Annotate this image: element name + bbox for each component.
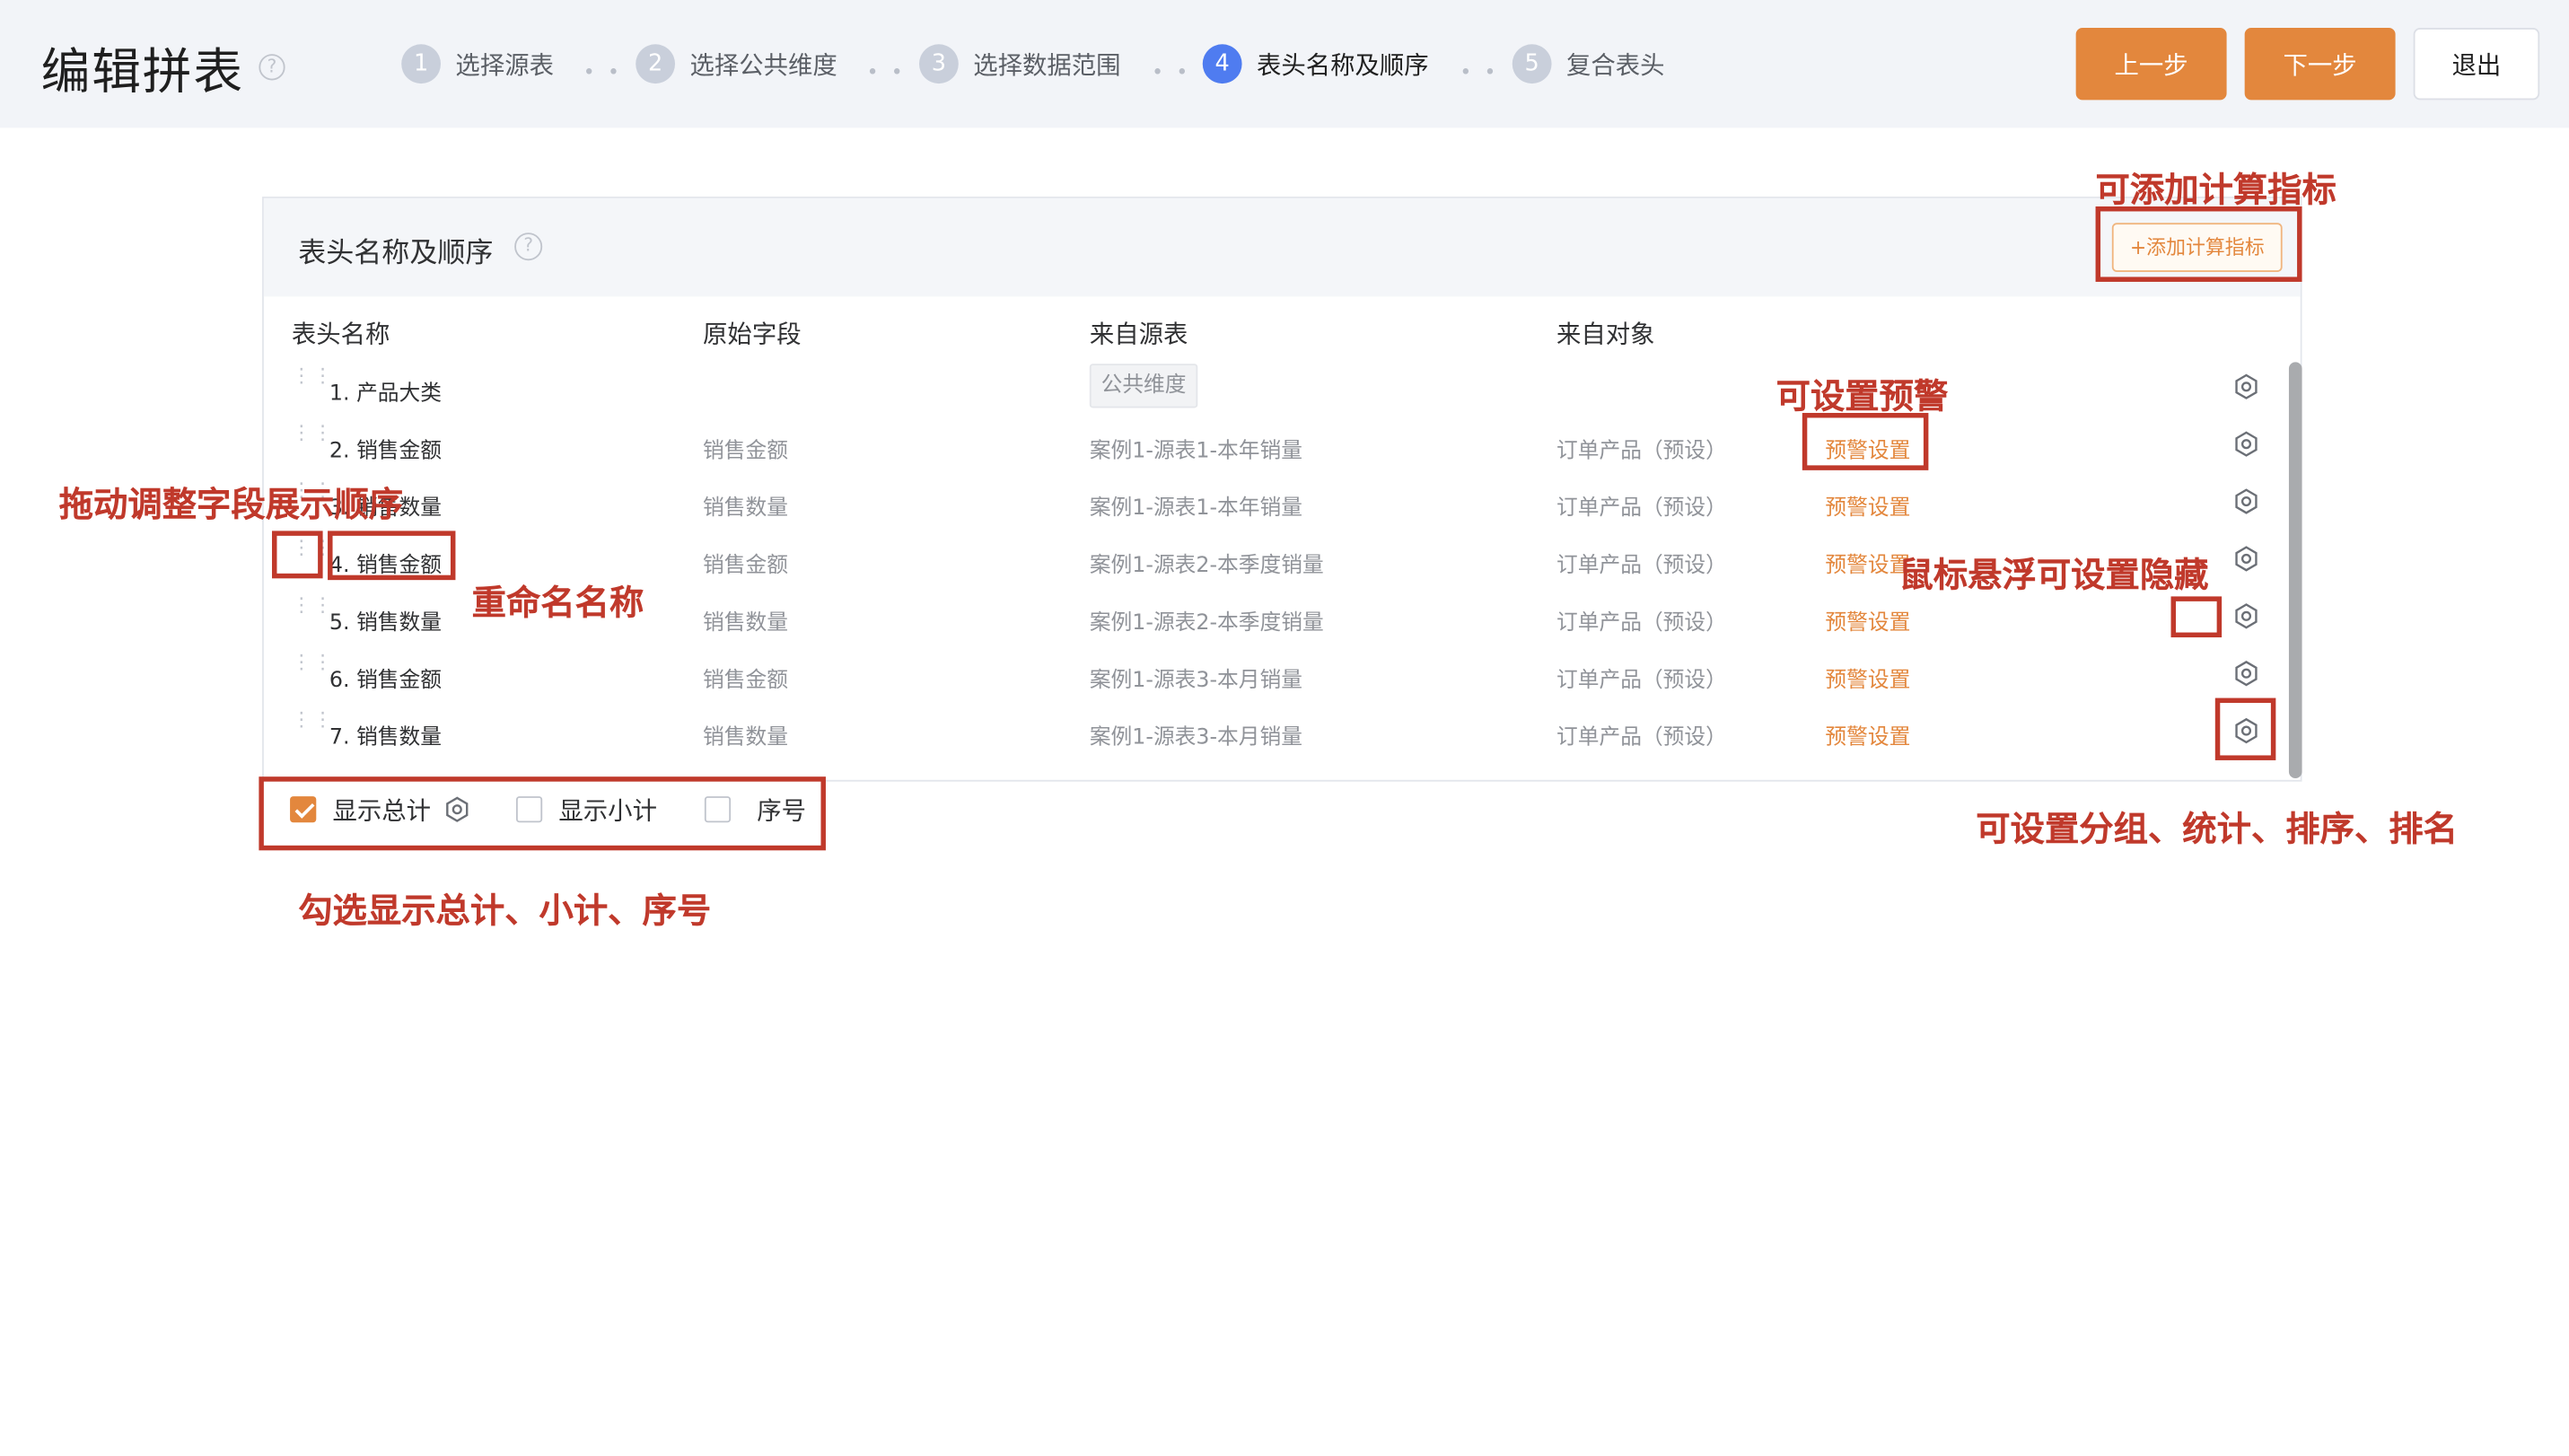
drag-handle-icon[interactable]: ⋮⋮ (292, 652, 333, 682)
step-separator: • • (583, 60, 623, 84)
source-table: 案例1-源表1-本年销量 (1089, 439, 1302, 464)
screen: 编辑拼表 ? 1 选择源表 • • 2 选择公共维度 • • 3 选择数据范围 … (0, 0, 2569, 1456)
column-header-source: 来自源表 (1089, 319, 1188, 349)
original-field: 销售数量 (703, 725, 788, 750)
step-separator: • • (866, 60, 907, 84)
table-row: ⋮⋮ 6. 销售金额 销售金额 案例1-源表3-本月销量 订单产品（预设） 预警… (264, 645, 2283, 703)
card-title: 表头名称及顺序 (298, 237, 494, 271)
step-label: 复合表头 (1565, 49, 1665, 80)
step-3[interactable]: 3 选择数据范围 (918, 44, 1121, 84)
step-2[interactable]: 2 选择公共维度 (636, 44, 837, 84)
source-table: 案例1-源表2-本季度销量 (1089, 610, 1324, 636)
top-bar: 编辑拼表 ? 1 选择源表 • • 2 选择公共维度 • • 3 选择数据范围 … (0, 0, 2569, 128)
source-object: 订单产品（预设） (1556, 610, 1727, 636)
gear-icon[interactable] (2233, 546, 2259, 572)
warning-settings-link[interactable]: 预警设置 (1825, 490, 1910, 521)
gear-icon[interactable] (2233, 488, 2259, 514)
original-field: 销售金额 (703, 439, 788, 464)
help-icon[interactable]: ? (514, 232, 543, 261)
card-header: 表头名称及顺序 ? +添加计算指标 (263, 197, 2301, 297)
annotation-hover-hide: 鼠标悬浮可设置隐藏 (1898, 555, 2209, 595)
prev-step-button[interactable]: 上一步 (2075, 28, 2227, 101)
exit-button[interactable]: 退出 (2413, 28, 2540, 101)
header-name[interactable]: 2. 销售金额 (329, 433, 442, 463)
vertical-scrollbar[interactable] (2288, 362, 2302, 779)
column-header-object: 来自对象 (1556, 319, 1655, 349)
table-row: ⋮⋮ 3. 销售数量 销售数量 案例1-源表1-本年销量 订单产品（预设） 预警… (264, 474, 2283, 531)
drag-handle-icon[interactable]: ⋮⋮ (292, 709, 333, 740)
annotation-options: 勾选显示总计、小计、序号 (298, 890, 712, 931)
annotation-settings: 可设置分组、统计、排序、排名 (1976, 809, 2458, 849)
step-label: 表头名称及顺序 (1257, 49, 1429, 80)
original-field: 销售金额 (703, 668, 788, 694)
annotation-box (259, 776, 826, 851)
step-label: 选择公共维度 (689, 49, 837, 80)
annotation-box (2214, 697, 2276, 760)
source-table: 案例1-源表2-本季度销量 (1089, 553, 1324, 579)
step-4-active[interactable]: 4 表头名称及顺序 (1202, 44, 1429, 84)
step-number: 4 (1202, 44, 1242, 84)
step-1[interactable]: 1 选择源表 (401, 44, 554, 84)
original-field: 销售数量 (703, 496, 788, 522)
annotation-box (328, 531, 456, 581)
header-name[interactable]: 6. 销售金额 (329, 662, 442, 693)
original-field: 销售数量 (703, 610, 788, 636)
source-table: 案例1-源表3-本月销量 (1089, 725, 1302, 750)
next-step-button[interactable]: 下一步 (2244, 28, 2396, 101)
step-separator: • • (1152, 60, 1191, 84)
gear-icon[interactable] (2233, 661, 2259, 687)
source-object: 订单产品（预设） (1556, 439, 1727, 464)
step-number: 2 (636, 44, 676, 84)
step-label: 选择数据范围 (973, 49, 1121, 80)
original-field: 销售金额 (703, 553, 788, 579)
annotation-box (2095, 206, 2302, 282)
step-number: 5 (1512, 44, 1552, 84)
step-5[interactable]: 5 复合表头 (1512, 44, 1665, 84)
header-name[interactable]: 5. 销售数量 (329, 605, 442, 636)
annotation-drag: 拖动调整字段展示顺序 (58, 485, 404, 525)
column-header-name: 表头名称 (291, 319, 390, 349)
source-object: 订单产品（预设） (1556, 668, 1727, 694)
annotation-rename: 重命名名称 (471, 583, 644, 623)
drag-handle-icon[interactable]: ⋮⋮ (292, 423, 333, 452)
source-object: 订单产品（预设） (1556, 725, 1727, 750)
table-row: ⋮⋮ 2. 销售金额 销售金额 案例1-源表1-本年销量 订单产品（预设） 预警… (264, 417, 2283, 474)
source-table: 案例1-源表3-本月销量 (1089, 668, 1302, 694)
header-name[interactable]: 1. 产品大类 (329, 375, 442, 406)
step-separator: • • (1460, 60, 1500, 84)
header-name[interactable]: 7. 销售数量 (329, 719, 442, 750)
drag-handle-icon[interactable]: ⋮⋮ (292, 365, 333, 395)
source-object: 订单产品（预设） (1556, 496, 1727, 522)
common-dimension-tag: 公共维度 (1089, 364, 1198, 408)
table-row: ⋮⋮ 1. 产品大类 公共维度 (264, 359, 2283, 417)
drag-handle-icon[interactable]: ⋮⋮ (292, 595, 333, 625)
step-number: 3 (918, 44, 959, 84)
warning-settings-link[interactable]: 预警设置 (1825, 605, 1910, 636)
column-header-field: 原始字段 (703, 319, 802, 349)
step-number: 1 (401, 44, 442, 84)
gear-icon[interactable] (2233, 373, 2259, 399)
warning-settings-link[interactable]: 预警设置 (1825, 719, 1910, 750)
table-row: ⋮⋮ 7. 销售数量 销售数量 案例1-源表3-本月销量 订单产品（预设） 预警… (264, 703, 2283, 760)
source-table: 案例1-源表1-本年销量 (1089, 496, 1302, 522)
warning-settings-link[interactable]: 预警设置 (1825, 662, 1910, 693)
header-order-card: 表头名称及顺序 ? +添加计算指标 表头名称 原始字段 来自源表 来自对象 ⋮⋮… (262, 197, 2302, 782)
annotation-box (271, 531, 323, 579)
step-label: 选择源表 (455, 49, 554, 80)
annotation-box (2170, 596, 2223, 638)
help-icon[interactable]: ? (259, 54, 285, 81)
page-title: 编辑拼表 (40, 44, 244, 102)
source-object: 订单产品（预设） (1556, 553, 1727, 579)
gear-icon[interactable] (2233, 603, 2259, 629)
scaled-canvas: 编辑拼表 ? 1 选择源表 • • 2 选择公共维度 • • 3 选择数据范围 … (0, 0, 2569, 1453)
annotation-box (1802, 412, 1929, 470)
warning-settings-link[interactable]: 预警设置 (1825, 548, 1910, 578)
gear-icon[interactable] (2233, 431, 2259, 457)
